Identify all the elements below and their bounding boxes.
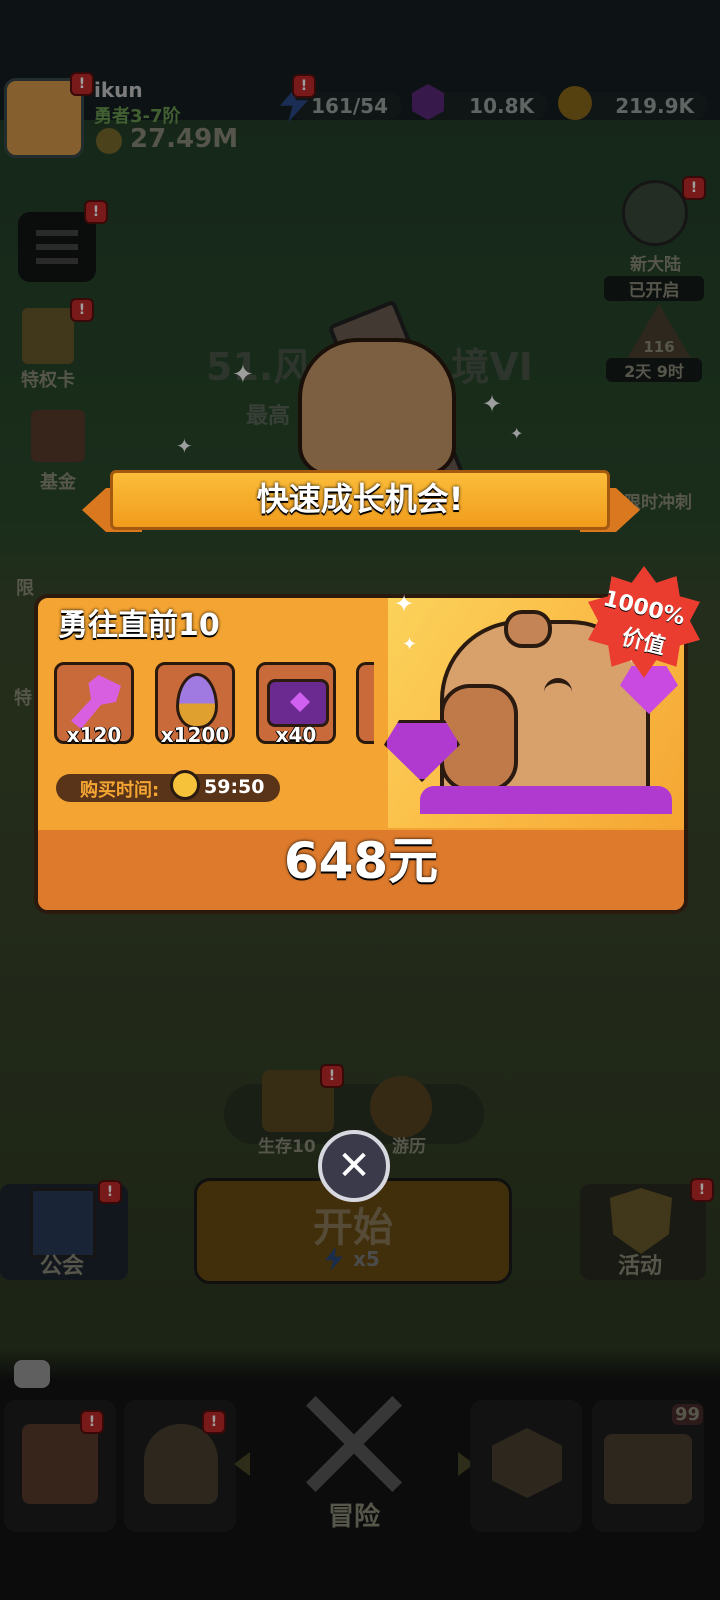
close-icon: ✕ — [337, 1143, 371, 1189]
sparkle-icon: ✦ — [394, 590, 415, 618]
reward-item[interactable]: x120 — [54, 662, 134, 747]
gem-pile-icon — [420, 786, 672, 814]
reward-item[interactable]: x1200 — [155, 662, 235, 747]
pack-title: 勇往直前10 — [58, 608, 220, 643]
purchase-timer: 购买时间: 59:50 — [56, 770, 280, 802]
capybara-ear — [504, 610, 552, 648]
reward-qty: x120 — [66, 723, 122, 747]
pink-key-icon — [71, 675, 121, 729]
reward-item[interactable]: x40 — [256, 662, 336, 747]
sparkle-icon: ✦ — [402, 634, 418, 655]
chest-gem-icon — [290, 692, 310, 712]
reward-item-partial[interactable] — [356, 662, 374, 744]
purple-chest-icon — [267, 679, 329, 727]
popup-banner-title: 快速成长机会! — [256, 480, 464, 518]
popup-banner: 快速成长机会! — [110, 470, 610, 530]
price-button[interactable]: 648元 — [38, 826, 684, 906]
game-scene: ! ikun 勇者3-7阶 27.49M 161/54 ! 10.8K 219.… — [0, 0, 720, 1600]
reward-qty: x1200 — [160, 723, 230, 747]
capybara-happy-eye — [544, 678, 572, 697]
stopwatch-icon — [170, 770, 200, 800]
growth-popup: 快速成长机会! 勇往直前10 ✦ ✦ ✦ 1000% 价值 x120 — [0, 0, 720, 1600]
reward-qty: x40 — [275, 723, 317, 747]
purple-egg-icon — [176, 673, 218, 729]
close-button[interactable]: ✕ — [318, 1130, 390, 1202]
timer-value: 59:50 — [204, 776, 265, 798]
timer-label: 购买时间: — [80, 780, 160, 801]
